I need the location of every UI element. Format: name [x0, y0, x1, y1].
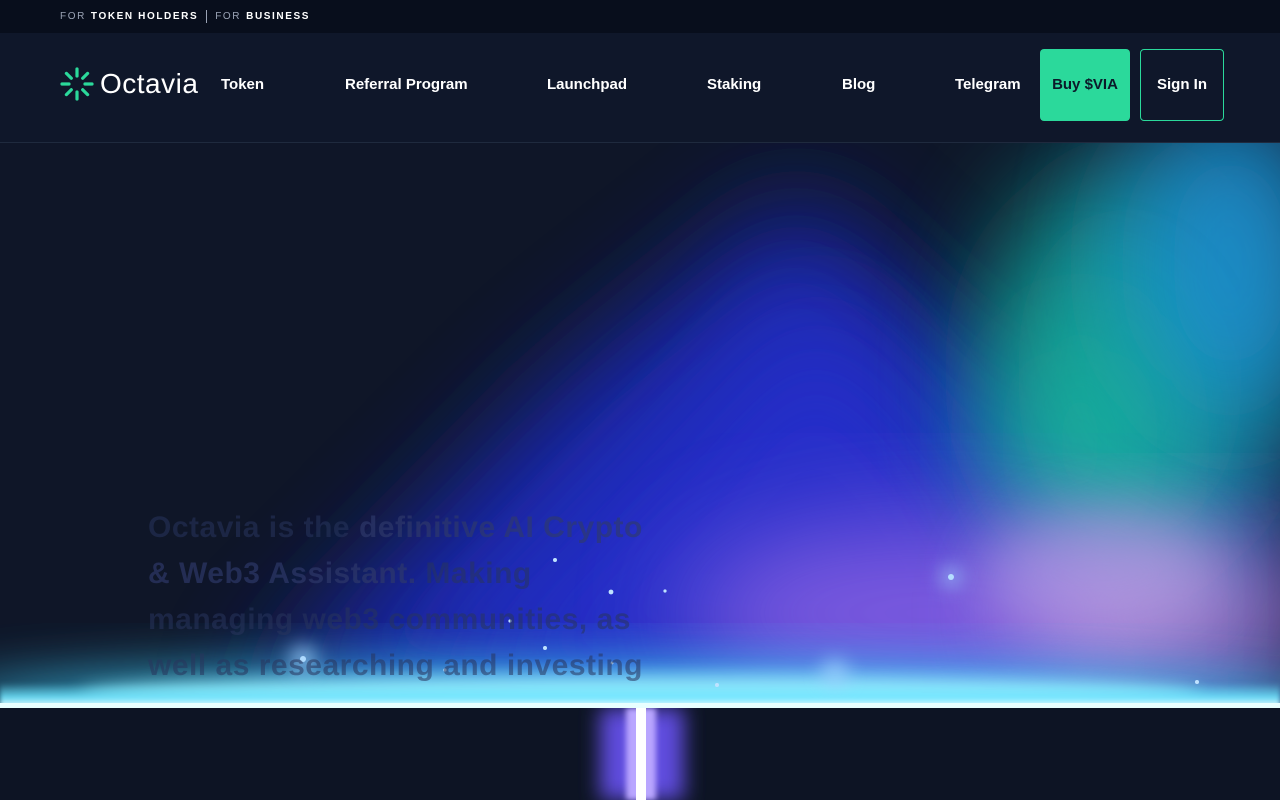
nav-staking[interactable]: Staking	[707, 76, 761, 93]
lower-section	[0, 708, 1280, 800]
nav-token[interactable]: Token	[221, 76, 264, 93]
topbar-divider	[206, 10, 208, 23]
brand-name: Octavia	[100, 68, 199, 99]
business-label: BUSINESS	[246, 11, 311, 22]
for-label: FOR	[60, 11, 86, 22]
nav-launchpad[interactable]: Launchpad	[547, 76, 627, 93]
token-holders-label: TOKEN HOLDERS	[90, 11, 199, 22]
nav-referral-program[interactable]: Referral Program	[345, 76, 468, 93]
nav-telegram[interactable]: Telegram	[955, 76, 1021, 93]
top-bar: FOR TOKEN HOLDERS FOR BUSINESS	[0, 0, 1280, 33]
sign-in-button[interactable]: Sign In	[1140, 49, 1224, 121]
for-label: FOR	[215, 11, 242, 22]
main-navbar: Octavia Token Referral Program Launchpad…	[0, 33, 1280, 143]
hero-headline: Octavia is the definitive AI Crypto & We…	[148, 505, 668, 689]
nav-blog[interactable]: Blog	[842, 76, 875, 93]
business-link[interactable]: FOR BUSINESS	[215, 11, 310, 22]
token-holders-link[interactable]: FOR TOKEN HOLDERS	[60, 11, 198, 22]
brand-logo[interactable]: Octavia	[60, 67, 198, 101]
hero-section: Octavia is the definitive AI Crypto & We…	[0, 143, 1280, 708]
octavia-logo-icon	[60, 67, 94, 101]
buy-via-button[interactable]: Buy $VIA	[1040, 49, 1130, 121]
hero-is-the: is the	[259, 511, 359, 544]
hero-brand: Octavia	[148, 511, 260, 544]
light-beam	[600, 708, 684, 800]
